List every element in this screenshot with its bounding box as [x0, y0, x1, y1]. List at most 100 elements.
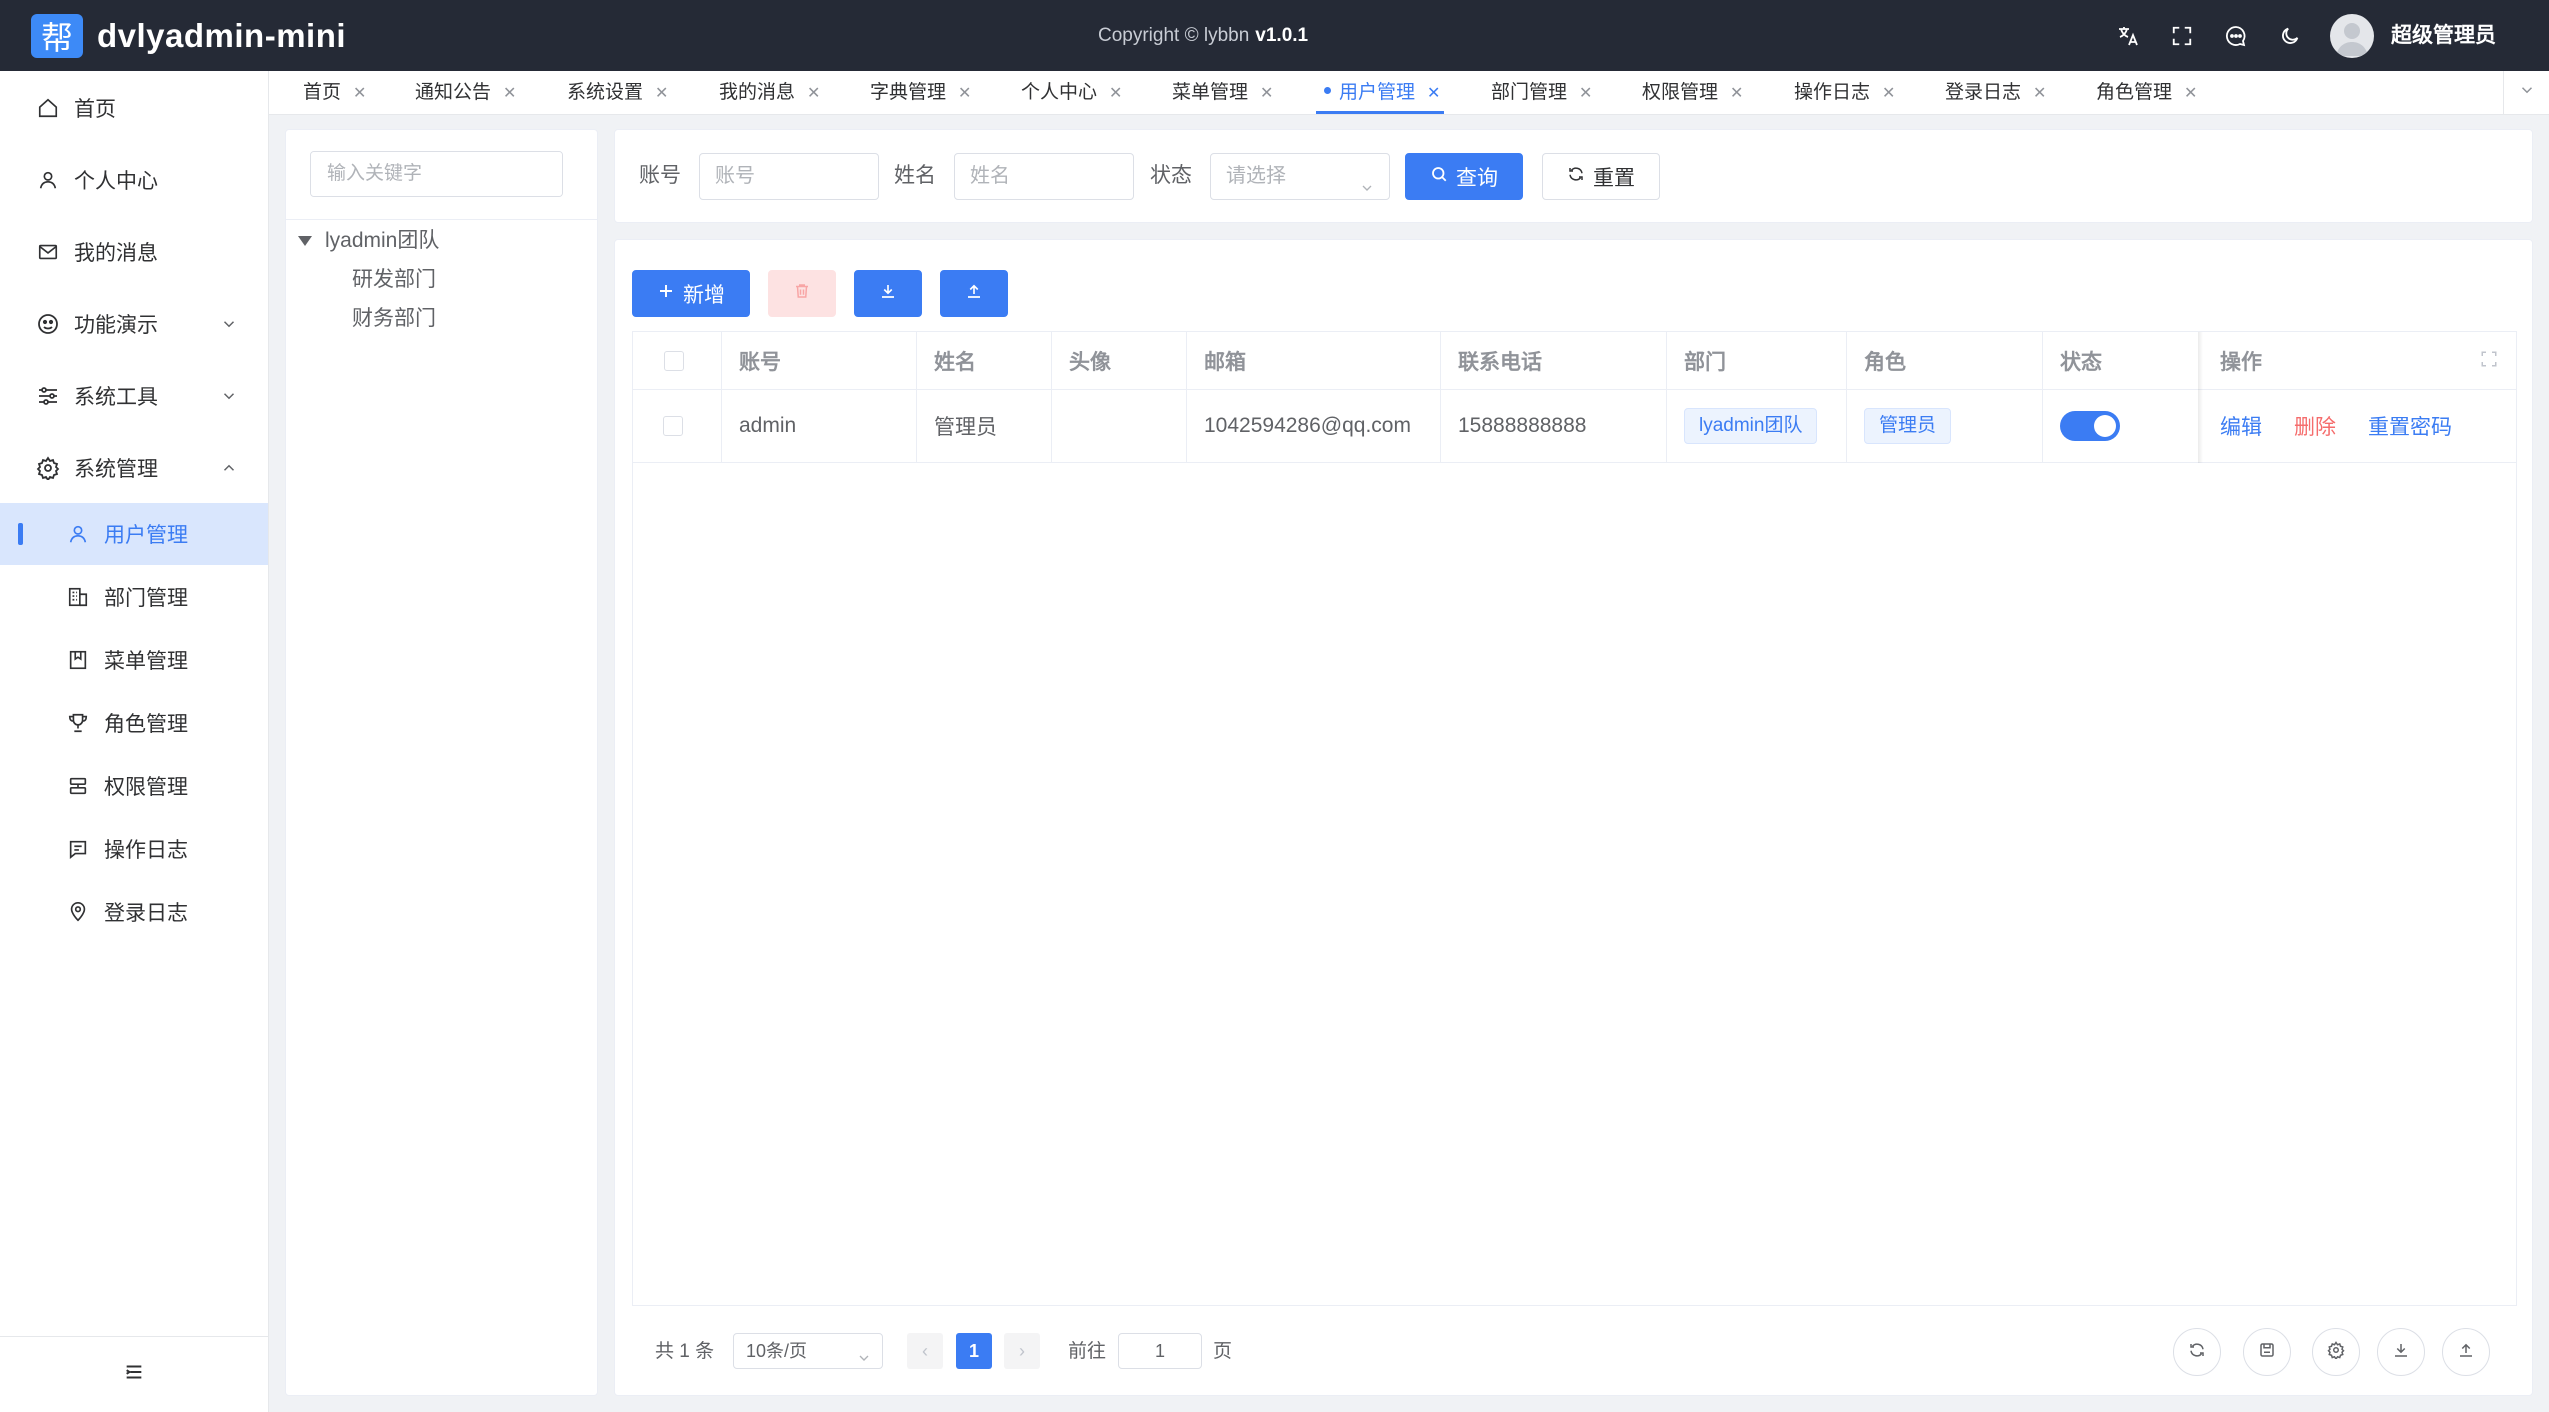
status-toggle[interactable] [2060, 411, 2120, 441]
tab-label: 部门管理 [1491, 82, 1568, 103]
add-button[interactable]: 新增 [632, 270, 750, 317]
delete-link[interactable]: 删除 [2294, 411, 2336, 441]
close-icon[interactable]: ✕ [807, 72, 820, 115]
tab-home[interactable]: 首页 ✕ [303, 71, 366, 114]
sidebar-item-login-log[interactable]: 登录日志 [0, 881, 268, 943]
column-header[interactable]: 部门 [1667, 332, 1847, 389]
export-table-button[interactable] [2377, 1328, 2425, 1376]
column-header[interactable]: 角色 [1847, 332, 2043, 389]
column-settings-icon[interactable] [2480, 350, 2498, 374]
close-icon[interactable]: ✕ [1882, 72, 1895, 115]
row-checkbox[interactable] [663, 416, 683, 436]
tab-notice[interactable]: 通知公告 ✕ [415, 71, 516, 114]
tab-dictionary[interactable]: 字典管理 ✕ [870, 71, 971, 114]
tab-menus[interactable]: 菜单管理 ✕ [1172, 71, 1273, 114]
column-header[interactable]: 邮箱 [1187, 332, 1441, 389]
caret-down-icon[interactable] [298, 236, 312, 246]
column-header[interactable]: 姓名 [917, 332, 1052, 389]
sidebar-item-label: 角色管理 [104, 713, 188, 736]
tab-operation-log[interactable]: 操作日志 ✕ [1794, 71, 1895, 114]
close-icon[interactable]: ✕ [1260, 72, 1273, 115]
upload-icon [2457, 1341, 2475, 1364]
column-header[interactable]: 联系电话 [1441, 332, 1667, 389]
user-name[interactable]: 超级管理员 [2391, 20, 2496, 52]
tab-departments[interactable]: 部门管理 ✕ [1491, 71, 1592, 114]
export-button[interactable] [854, 270, 922, 317]
select-all-cell [633, 332, 722, 389]
close-icon[interactable]: ✕ [2033, 72, 2046, 115]
app-title[interactable]: dvlyadmin-mini [97, 14, 346, 58]
column-settings-button[interactable] [2312, 1328, 2360, 1376]
close-icon[interactable]: ✕ [958, 72, 971, 115]
page-size-select[interactable]: 10条/页 [733, 1333, 883, 1369]
user-table: 账号 姓名 头像 邮箱 联系电话 部门 角色 状态 操作 admin 管理员 1… [632, 331, 2517, 1306]
prev-page-button[interactable]: ‹ [907, 1333, 943, 1369]
delete-button[interactable] [768, 270, 836, 317]
sidebar-item-users[interactable]: 用户管理 [0, 503, 268, 565]
goto-page-input[interactable] [1118, 1333, 1202, 1369]
tab-my-messages[interactable]: 我的消息 ✕ [719, 71, 820, 114]
fullscreen-icon[interactable] [2166, 20, 2198, 52]
account-input[interactable] [699, 153, 879, 200]
sidebar-collapse-button[interactable] [0, 1336, 268, 1412]
tab-roles[interactable]: 角色管理 ✕ [2096, 71, 2197, 114]
close-icon[interactable]: ✕ [1109, 72, 1122, 115]
sidebar-item-messages[interactable]: 我的消息 [0, 221, 268, 283]
close-icon[interactable]: ✕ [353, 72, 366, 115]
column-header[interactable]: 状态 [2043, 332, 2203, 389]
tab-profile[interactable]: 个人中心 ✕ [1021, 71, 1122, 114]
tab-permissions[interactable]: 权限管理 ✕ [1642, 71, 1743, 114]
query-button[interactable]: 查询 [1405, 153, 1523, 200]
sidebar-item-label: 用户管理 [104, 524, 188, 547]
close-icon[interactable]: ✕ [2184, 72, 2197, 115]
tab-login-log[interactable]: 登录日志 ✕ [1945, 71, 2046, 114]
chevron-down-icon [856, 1343, 872, 1377]
tab-label: 角色管理 [2096, 82, 2173, 103]
select-all-checkbox[interactable] [664, 350, 684, 371]
translate-icon[interactable] [2112, 20, 2144, 52]
app-logo[interactable]: 帮 [31, 14, 83, 58]
print-button[interactable] [2243, 1328, 2291, 1376]
tab-label: 操作日志 [1794, 82, 1871, 103]
status-select[interactable]: 请选择 [1210, 153, 1390, 200]
sidebar-item-permissions[interactable]: 权限管理 [0, 755, 268, 817]
import-table-button[interactable] [2442, 1328, 2490, 1376]
import-button[interactable] [940, 270, 1008, 317]
permission-icon [64, 772, 92, 800]
sidebar-item-system[interactable]: 系统管理 [0, 437, 268, 499]
tree-node-dept[interactable]: 财务部门 [352, 303, 436, 335]
page-number-button[interactable]: 1 [956, 1333, 992, 1369]
close-icon[interactable]: ✕ [1730, 72, 1743, 115]
close-icon[interactable]: ✕ [503, 72, 516, 115]
sidebar-item-menus[interactable]: 菜单管理 [0, 629, 268, 691]
sidebar-item-profile[interactable]: 个人中心 [0, 149, 268, 211]
tree-node-root[interactable]: lyadmin团队 [325, 225, 439, 257]
sidebar-item-tools[interactable]: 系统工具 [0, 365, 268, 427]
message-icon[interactable] [2220, 20, 2252, 52]
refresh-button[interactable] [2173, 1328, 2221, 1376]
tree-node-dept[interactable]: 研发部门 [352, 264, 436, 296]
sidebar-item-departments[interactable]: 部门管理 [0, 566, 268, 628]
reset-password-link[interactable]: 重置密码 [2368, 411, 2452, 441]
column-header[interactable]: 账号 [722, 332, 917, 389]
close-icon[interactable]: ✕ [1579, 72, 1592, 115]
dept-tree-panel: lyadmin团队 研发部门 财务部门 [285, 129, 598, 1396]
sidebar-item-operation-log[interactable]: 操作日志 [0, 818, 268, 880]
tree-search-input[interactable] [311, 152, 562, 196]
column-header[interactable]: 头像 [1052, 332, 1187, 389]
reset-button[interactable]: 重置 [1542, 153, 1660, 200]
close-icon[interactable]: ✕ [655, 72, 668, 115]
tab-system-settings[interactable]: 系统设置 ✕ [567, 71, 668, 114]
tabs-more-button[interactable] [2503, 71, 2549, 114]
tools-icon [34, 382, 62, 410]
close-icon[interactable]: ✕ [1427, 72, 1440, 115]
sidebar-item-roles[interactable]: 角色管理 [0, 692, 268, 754]
dark-mode-icon[interactable] [2274, 20, 2306, 52]
avatar[interactable] [2330, 14, 2374, 58]
tab-users[interactable]: 用户管理 ✕ [1315, 71, 1445, 115]
name-input[interactable] [954, 153, 1134, 200]
next-page-button[interactable]: › [1004, 1333, 1040, 1369]
sidebar-item-home[interactable]: 首页 [0, 77, 268, 139]
sidebar-item-demo[interactable]: 功能演示 [0, 293, 268, 355]
edit-link[interactable]: 编辑 [2220, 411, 2262, 441]
